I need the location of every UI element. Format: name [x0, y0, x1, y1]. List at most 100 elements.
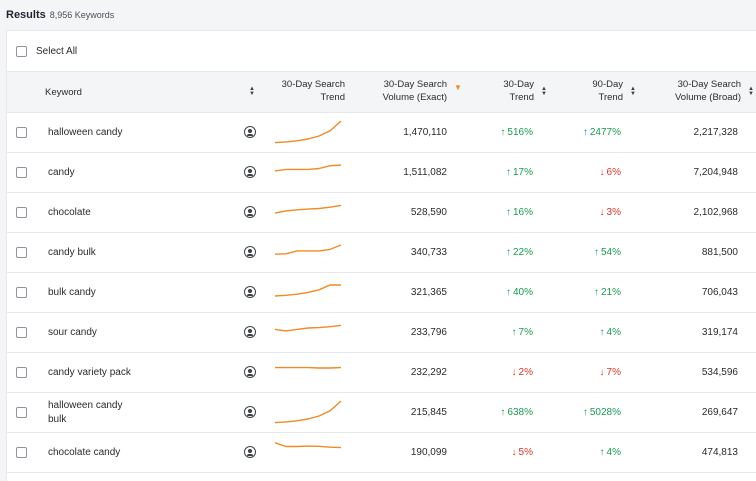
keyword-cell: chocolate: [48, 193, 178, 232]
arrow-down-icon: ↓: [512, 367, 517, 378]
sort-desc-active-icon[interactable]: ▼: [454, 83, 462, 92]
trend-30day-cell: ↑7%: [467, 313, 533, 352]
person-head-shape: [248, 249, 252, 253]
table-row[interactable]: halloween candy bulk215,845↑638%↑5028%26…: [7, 393, 756, 433]
row-checkbox[interactable]: [16, 127, 27, 138]
arrow-up-icon: ↑: [594, 247, 599, 258]
person-head-shape: [248, 289, 252, 293]
keyword-details-icon[interactable]: [244, 446, 256, 458]
volume-broad-cell: 474,813: [647, 433, 738, 472]
sparkline-path: [275, 325, 341, 331]
table-row[interactable]: bulk candy321,365↑40%↑21%706,043: [7, 273, 756, 313]
keyword-cell: sour candy: [48, 313, 178, 352]
arrow-up-icon: ↑: [500, 127, 505, 138]
column-header-keyword[interactable]: Keyword ▲▼: [45, 72, 255, 112]
volume-exact-cell: 321,365: [357, 273, 447, 312]
table-row[interactable]: chocolate candy190,099↓5%↑4%474,813: [7, 433, 756, 473]
column-header-90day-trend[interactable]: 90-Day Trend ▲▼: [572, 72, 644, 112]
keyword-details-icon[interactable]: [244, 286, 256, 298]
trend-value: 516%: [507, 127, 533, 138]
person-body-shape: [247, 134, 253, 136]
trend-value: 54%: [601, 247, 621, 258]
column-keyword-label: Keyword: [45, 87, 242, 98]
column-header-30day-trend[interactable]: 30-Day Trend ▲▼: [482, 72, 552, 112]
volume-broad-cell: 534,596: [647, 353, 738, 392]
keyword-cell: candy variety pack: [48, 353, 178, 392]
row-checkbox[interactable]: [16, 327, 27, 338]
trend-value: 5%: [519, 447, 533, 458]
column-label-line: 30-Day Search: [657, 79, 741, 92]
trend-30day-cell: ↑516%: [467, 113, 533, 152]
column-label-line: 30-Day Search: [282, 79, 345, 92]
person-body-shape: [247, 294, 253, 296]
row-checkbox[interactable]: [16, 367, 27, 378]
trend-value: 5028%: [590, 407, 621, 418]
person-body-shape: [247, 334, 253, 336]
table-row[interactable]: sour candy233,796↑7%↑4%319,174: [7, 313, 756, 353]
volume-exact-cell: 1,470,110: [357, 113, 447, 152]
row-checkbox[interactable]: [16, 287, 27, 298]
keyword-details-icon[interactable]: [244, 366, 256, 378]
table-row[interactable]: candy1,511,082↑17%↓6%7,204,948: [7, 153, 756, 193]
trend-90day-cell: ↓3%: [547, 193, 621, 232]
volume-exact-cell: 190,099: [357, 433, 447, 472]
trend-value: 4%: [607, 327, 621, 338]
keyword-details-icon[interactable]: [244, 246, 256, 258]
trend-value: 2%: [519, 367, 533, 378]
trend-90day-cell: ↑54%: [547, 233, 621, 272]
results-title: Results: [6, 9, 46, 21]
trend-30day-cell: ↑638%: [467, 393, 533, 432]
row-checkbox[interactable]: [16, 207, 27, 218]
person-body-shape: [247, 374, 253, 376]
select-all-bar: Select All: [7, 31, 756, 72]
trend-90day-cell: ↓6%: [547, 153, 621, 192]
trend-sparkline: [273, 199, 343, 225]
keyword-details-icon[interactable]: [244, 206, 256, 218]
person-body-shape: [247, 174, 253, 176]
arrow-up-icon: ↑: [500, 407, 505, 418]
trend-value: 638%: [507, 407, 533, 418]
trend-30day-cell: ↓2%: [467, 353, 533, 392]
arrow-down-icon: ↓: [512, 447, 517, 458]
column-label-line: Trend: [572, 92, 623, 105]
keyword-details-icon[interactable]: [244, 326, 256, 338]
column-header-volume-exact[interactable]: 30-Day Search Volume (Exact) ▼: [357, 72, 467, 112]
trend-value: 2477%: [590, 127, 621, 138]
keyword-details-icon[interactable]: [244, 166, 256, 178]
arrow-up-icon: ↑: [583, 127, 588, 138]
table-row[interactable]: halloween candy1,470,110↑516%↑2477%2,217…: [7, 113, 756, 153]
trend-90day-cell: ↑21%: [547, 273, 621, 312]
column-header-volume-broad[interactable]: 30-Day Search Volume (Broad) ▲▼: [657, 72, 756, 112]
trend-value: 7%: [519, 327, 533, 338]
person-body-shape: [247, 454, 253, 456]
column-label-line: 90-Day: [572, 79, 623, 92]
sparkline-path: [275, 401, 341, 423]
row-checkbox[interactable]: [16, 407, 27, 418]
table-row[interactable]: candy variety pack232,292↓2%↓7%534,596: [7, 353, 756, 393]
column-header-30day-search-trend[interactable]: 30-Day Search Trend: [257, 72, 345, 112]
trend-value: 22%: [513, 247, 533, 258]
volume-broad-cell: 7,204,948: [647, 153, 738, 192]
trend-value: 6%: [607, 167, 621, 178]
row-checkbox[interactable]: [16, 247, 27, 258]
table-row[interactable]: chocolate528,590↑16%↓3%2,102,968: [7, 193, 756, 233]
keyword-details-icon[interactable]: [244, 406, 256, 418]
person-head-shape: [248, 329, 252, 333]
sort-icon[interactable]: ▲▼: [249, 87, 255, 97]
column-label-line: Trend: [482, 92, 534, 105]
keyword-details-icon[interactable]: [244, 126, 256, 138]
row-checkbox[interactable]: [16, 447, 27, 458]
select-all-checkbox[interactable]: [16, 46, 27, 57]
person-head-shape: [248, 129, 252, 133]
trend-30day-cell: ↑17%: [467, 153, 533, 192]
table-row[interactable]: candy bulk340,733↑22%↑54%881,500: [7, 233, 756, 273]
trend-value: 4%: [607, 447, 621, 458]
row-checkbox[interactable]: [16, 167, 27, 178]
sort-icon[interactable]: ▲▼: [748, 87, 754, 97]
sort-icon[interactable]: ▲▼: [630, 87, 636, 97]
sort-icon[interactable]: ▲▼: [541, 87, 547, 97]
sparkline-path: [275, 205, 341, 213]
column-label-line: 30-Day Search: [357, 79, 447, 92]
results-count: 8,956 Keywords: [50, 10, 115, 20]
volume-broad-cell: 319,174: [647, 313, 738, 352]
